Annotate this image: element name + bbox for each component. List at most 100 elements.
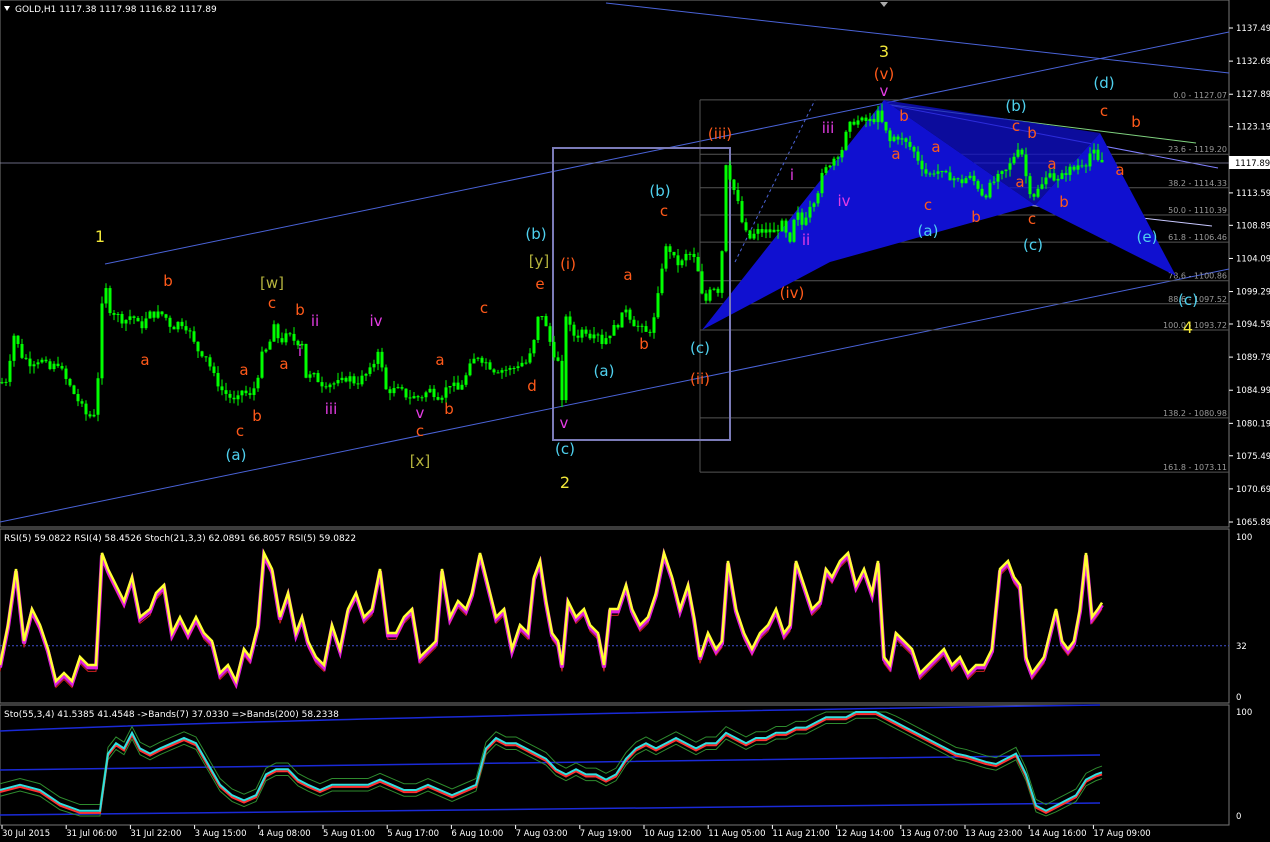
price-tick-label: 1137.49 — [1236, 24, 1270, 34]
candle-body — [1048, 173, 1052, 178]
candle-body — [616, 325, 620, 328]
fib-label-8: 138.2 - 1080.98 — [1163, 409, 1227, 418]
candle-body — [632, 319, 636, 327]
candle-body — [336, 380, 340, 384]
wave-label: [x] — [410, 452, 431, 470]
candle-body — [1052, 173, 1056, 181]
candle-body — [1036, 188, 1040, 197]
candle-body — [488, 362, 492, 370]
candle-body — [572, 324, 576, 336]
wave-label: 4 — [1183, 318, 1193, 337]
wave-label: a — [1047, 155, 1056, 173]
candle-body — [468, 363, 472, 376]
sto-tick-label: 100 — [1236, 708, 1252, 718]
time-tick-label: 4 Aug 08:00 — [259, 829, 311, 839]
candle-body — [692, 253, 696, 257]
sto-panel[interactable] — [0, 704, 1230, 826]
candle-body — [904, 138, 908, 142]
candle-body — [684, 253, 688, 261]
fib-label-2: 38.2 - 1114.33 — [1168, 179, 1227, 188]
candle-body — [292, 333, 296, 341]
candle-body — [404, 388, 408, 398]
candle-body — [1040, 184, 1044, 189]
wave-label: b — [163, 272, 173, 290]
wave-label: v — [880, 82, 889, 100]
candle-body — [64, 368, 68, 379]
wave-label: (a) — [226, 446, 247, 464]
candle-body — [136, 317, 140, 322]
candle-body — [460, 384, 464, 390]
candle-body — [996, 173, 1000, 182]
candle-body — [484, 362, 488, 364]
candle-body — [728, 165, 732, 180]
candle-body — [864, 117, 868, 121]
wave-label: (i) — [560, 255, 576, 273]
time-tick-label: 11 Aug 21:00 — [772, 829, 829, 839]
candle-body — [720, 251, 724, 293]
wave-label: i — [790, 166, 794, 184]
candle-body — [708, 289, 712, 301]
candle-body — [96, 378, 100, 415]
candle-body — [644, 326, 648, 332]
candle-body — [600, 334, 604, 345]
candle-body — [32, 364, 36, 367]
candle-body — [980, 188, 984, 196]
candle-body — [576, 335, 580, 338]
candle-body — [560, 360, 564, 401]
time-tick-label: 10 Aug 12:00 — [644, 829, 701, 839]
candle-body — [948, 172, 952, 181]
candle-body — [832, 158, 836, 166]
candle-body — [592, 334, 596, 339]
candle-body — [724, 165, 728, 252]
candle-body — [236, 395, 240, 400]
candle-body — [244, 390, 248, 394]
wave-label: a — [623, 266, 632, 284]
candle-body — [148, 311, 152, 319]
candle-body — [668, 246, 672, 252]
candle-body — [432, 388, 436, 398]
candle-body — [332, 383, 336, 385]
rsi-panel[interactable] — [0, 528, 1230, 704]
wave-label: c — [660, 202, 668, 220]
candle-body — [188, 330, 192, 332]
wave-label: a — [435, 351, 444, 369]
candle-body — [836, 157, 840, 159]
candle-body — [72, 385, 76, 395]
rsi-tick-label: 0 — [1236, 693, 1241, 703]
candle-body — [448, 386, 452, 388]
candle-body — [888, 130, 892, 142]
wave-label: c — [236, 422, 244, 440]
time-tick-label: 7 Aug 19:00 — [580, 829, 632, 839]
candle-body — [104, 288, 108, 304]
price-tick-label: 1104.09 — [1236, 254, 1270, 264]
candle-body — [208, 357, 212, 367]
wave-label: a — [1115, 161, 1124, 179]
wave-label: (c) — [1023, 236, 1043, 254]
candle-body — [288, 333, 292, 335]
candle-body — [28, 358, 32, 367]
candle-body — [380, 351, 384, 368]
candle-body — [900, 138, 904, 140]
wave-label: a — [931, 138, 940, 156]
candle-body — [928, 173, 932, 175]
wave-label: a — [1015, 173, 1024, 191]
wave-label: (b) — [649, 182, 670, 200]
candle-body — [160, 311, 164, 315]
candle-body — [0, 382, 4, 384]
candle-body — [84, 403, 88, 415]
wave-label: b — [639, 335, 649, 353]
price-panel[interactable] — [0, 0, 1230, 528]
candle-body — [848, 121, 852, 132]
candle-body — [440, 397, 444, 400]
candle-body — [540, 316, 544, 318]
candle-body — [312, 373, 316, 375]
candle-body — [176, 321, 180, 330]
candle-body — [740, 201, 744, 223]
candle-body — [364, 373, 368, 376]
wave-label: ii — [802, 231, 810, 249]
candle-body — [376, 351, 380, 364]
candle-body — [828, 165, 832, 168]
candle-body — [1012, 156, 1016, 164]
candle-body — [452, 382, 456, 387]
candle-body — [8, 360, 12, 382]
